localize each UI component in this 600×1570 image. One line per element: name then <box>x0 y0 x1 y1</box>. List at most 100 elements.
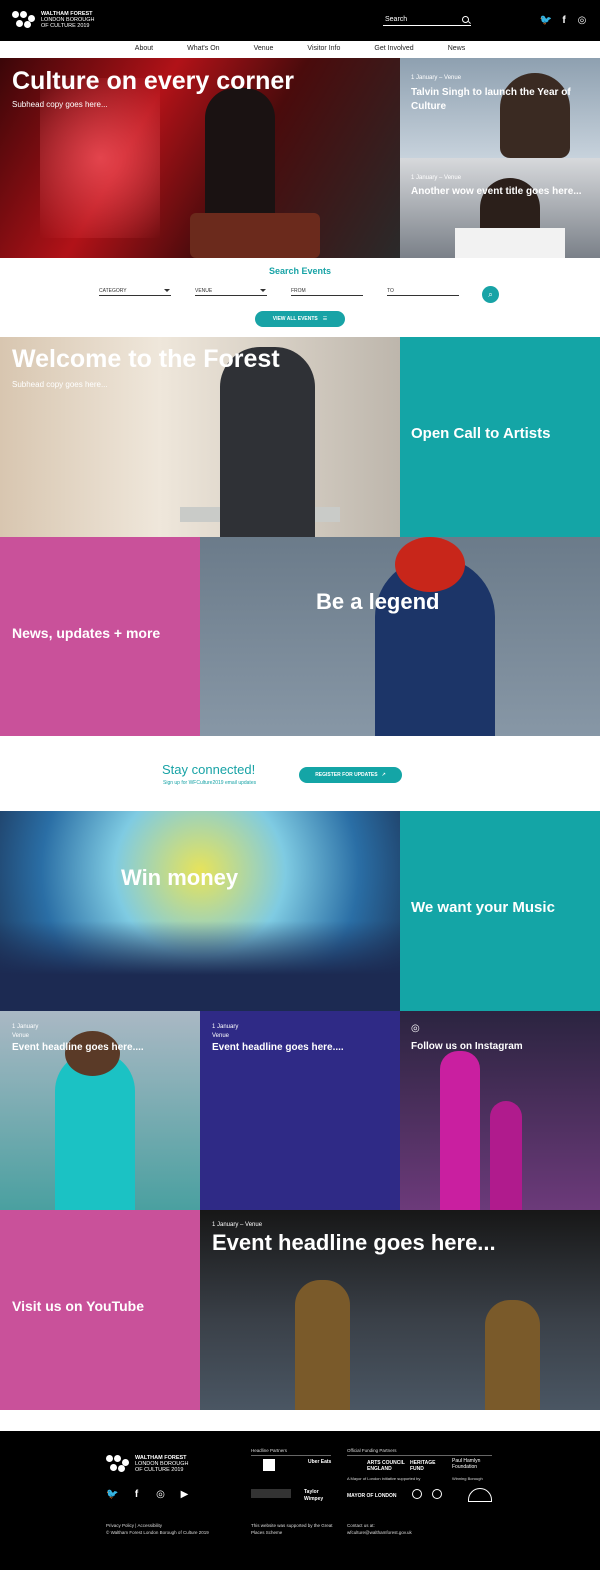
welcome-person <box>220 347 315 537</box>
event-1-venue: Venue <box>12 1033 30 1039</box>
youtube-tile[interactable]: Visit us on YouTube <box>0 1210 200 1410</box>
category-select[interactable]: CATEGORY <box>99 286 171 296</box>
taylor-wimpey-logo[interactable]: Taylor Wimpey <box>304 1489 334 1503</box>
hero-side-card-2[interactable] <box>400 158 600 258</box>
funding-partners-label: Official Funding Partners <box>347 1448 397 1453</box>
search-placeholder: Search <box>385 15 408 23</box>
event-1-date: 1 January <box>12 1024 39 1030</box>
instagram-title: Follow us on Instagram <box>411 1041 523 1052</box>
event-tile-1[interactable]: 1 January Venue Event headline goes here… <box>0 1011 200 1210</box>
contact-email-link[interactable]: wfculture@walthamforest.gov.uk <box>347 1530 412 1535</box>
news-title: News, updates + more <box>12 625 161 641</box>
event-1-title: Event headline goes here.... <box>12 1042 144 1053</box>
venue-select[interactable]: VENUE <box>195 286 267 296</box>
event-2-date: 1 January <box>212 1024 239 1030</box>
hero-side-1-meta: 1 January – Venue <box>411 75 462 81</box>
logo-icon <box>106 1455 130 1473</box>
legend-title: Be a legend <box>316 589 440 614</box>
waltham-forest-council-logo[interactable] <box>468 1488 492 1502</box>
arts-council-logo[interactable]: ARTS COUNCIL ENGLAND <box>367 1460 405 1472</box>
uber-eats-logo[interactable]: Uber Eats <box>308 1459 334 1466</box>
stay-connected-subtitle: Sign up for WFCulture2019 email updates <box>163 780 257 786</box>
category-label: CATEGORY <box>99 288 127 294</box>
footer-social: 🐦 f ◎ ▶ <box>106 1488 191 1501</box>
hero-subtitle: Subhead copy goes here... <box>12 100 108 109</box>
view-all-label: VIEW ALL EVENTS <box>272 316 318 322</box>
win-money-crowd <box>0 921 400 1011</box>
open-call-title: Open Call to Artists <box>411 425 551 442</box>
divider <box>347 1455 492 1456</box>
big-event-meta: 1 January – Venue <box>212 1222 263 1228</box>
logo-text: WALTHAM FOREST LONDON BOROUGH OF CULTURE… <box>41 11 94 29</box>
facebook-icon[interactable]: f <box>130 1488 143 1501</box>
divider <box>251 1455 331 1456</box>
news-tile[interactable]: News, updates + more <box>0 537 200 736</box>
partner-emblem-icon[interactable] <box>432 1489 442 1499</box>
register-button[interactable]: REGISTER FOR UPDATES ↗ <box>299 767 402 783</box>
nav-venue[interactable]: Venue <box>237 41 291 58</box>
great-places-text: This website was supported by the Great … <box>251 1523 333 1535</box>
headline-partner-2-logo[interactable] <box>251 1489 291 1498</box>
to-date-input[interactable]: TO <box>387 286 459 296</box>
top-bar: WALTHAM FOREST LONDON BOROUGH OF CULTURE… <box>0 0 600 41</box>
partner-crest-icon[interactable] <box>412 1489 422 1499</box>
youtube-icon[interactable]: ▶ <box>178 1488 191 1501</box>
youtube-title: Visit us on YouTube <box>12 1298 144 1314</box>
footer-logo[interactable]: WALTHAM FOREST LONDON BOROUGH OF CULTURE… <box>106 1455 188 1473</box>
welcome-subtitle: Subhead copy goes here... <box>12 380 108 389</box>
headline-partners-label: Headline Partners <box>251 1448 288 1453</box>
legend-tile[interactable]: Be a legend <box>200 537 600 736</box>
from-date-input[interactable]: FROM <box>291 286 363 296</box>
nav-get-involved[interactable]: Get Involved <box>357 41 430 58</box>
headline-partner-logo[interactable] <box>263 1459 275 1471</box>
chevron-down-icon <box>164 289 170 292</box>
event-tile-2[interactable]: 1 January Venue Event headline goes here… <box>200 1011 400 1210</box>
nav-whats-on[interactable]: What's On <box>170 41 236 58</box>
search-input[interactable]: Search <box>383 13 471 26</box>
win-money-title: Win money <box>121 865 239 890</box>
hero-side-1-title[interactable]: Talvin Singh to launch the Year of Cultu… <box>411 86 591 114</box>
instagram-icon[interactable]: ◎ <box>154 1488 167 1501</box>
big-event-tile[interactable]: 1 January – Venue Event headline goes he… <box>200 1210 600 1410</box>
nav-news[interactable]: News <box>431 41 483 58</box>
privacy-policy-link[interactable]: Privacy Policy <box>106 1523 134 1528</box>
search-icon[interactable] <box>462 15 469 23</box>
search-events-title: Search Events <box>268 266 332 276</box>
paul-hamlyn-logo[interactable]: Paul Hamlyn Foundation <box>452 1458 494 1470</box>
legend-hair <box>395 537 465 592</box>
external-link-icon: ↗ <box>381 772 386 778</box>
nav-about[interactable]: About <box>118 41 170 58</box>
mayor-initiative-label: A Mayor of London initiative supported b… <box>347 1476 421 1481</box>
twitter-icon[interactable]: 🐦 <box>540 14 552 26</box>
mayor-of-london-logo[interactable]: MAYOR OF LONDON <box>347 1493 397 1499</box>
from-label: FROM <box>291 288 306 294</box>
logo-icon <box>12 11 36 29</box>
event-2-venue: Venue <box>212 1033 230 1039</box>
welcome-tile[interactable]: Welcome to the Forest Subhead copy goes … <box>0 337 400 537</box>
hero-side-shirt <box>455 228 565 258</box>
twitter-icon[interactable]: 🐦 <box>106 1488 119 1501</box>
instagram-tile[interactable]: ◎ Follow us on Instagram <box>400 1011 600 1210</box>
open-call-tile[interactable]: Open Call to Artists <box>400 337 600 537</box>
win-money-tile[interactable]: Win money <box>0 811 400 1011</box>
event-2-title: Event headline goes here.... <box>212 1042 344 1053</box>
contact-label: Contact us at: <box>347 1523 375 1528</box>
header-social: 🐦 f ◎ <box>540 14 588 26</box>
hero-main-image[interactable]: Culture on every corner Subhead copy goe… <box>0 58 400 258</box>
winning-borough-label: Winning Borough <box>452 1476 483 1481</box>
venue-label: VENUE <box>195 288 213 294</box>
instagram-icon[interactable]: ◎ <box>576 14 588 26</box>
main-nav: About What's On Venue Visitor Info Get I… <box>0 41 600 58</box>
copyright-text: © Waltham Forest London Borough of Cultu… <box>106 1530 209 1535</box>
view-all-events-button[interactable]: VIEW ALL EVENTS ☰ <box>255 311 345 327</box>
music-tile[interactable]: We want your Music <box>400 811 600 1011</box>
heritage-fund-logo[interactable]: HERITAGE FUND <box>410 1460 444 1472</box>
hero-side-2-title[interactable]: Another wow event title goes here... <box>411 185 591 199</box>
to-label: TO <box>387 288 394 294</box>
facebook-icon[interactable]: f <box>558 14 570 26</box>
nav-visitor-info[interactable]: Visitor Info <box>290 41 357 58</box>
search-events-button[interactable]: ⌕ <box>482 286 499 303</box>
site-logo[interactable]: WALTHAM FOREST LONDON BOROUGH OF CULTURE… <box>12 11 94 29</box>
instagram-icon: ◎ <box>411 1023 420 1034</box>
accessibility-link[interactable]: Accessibility <box>137 1523 162 1528</box>
